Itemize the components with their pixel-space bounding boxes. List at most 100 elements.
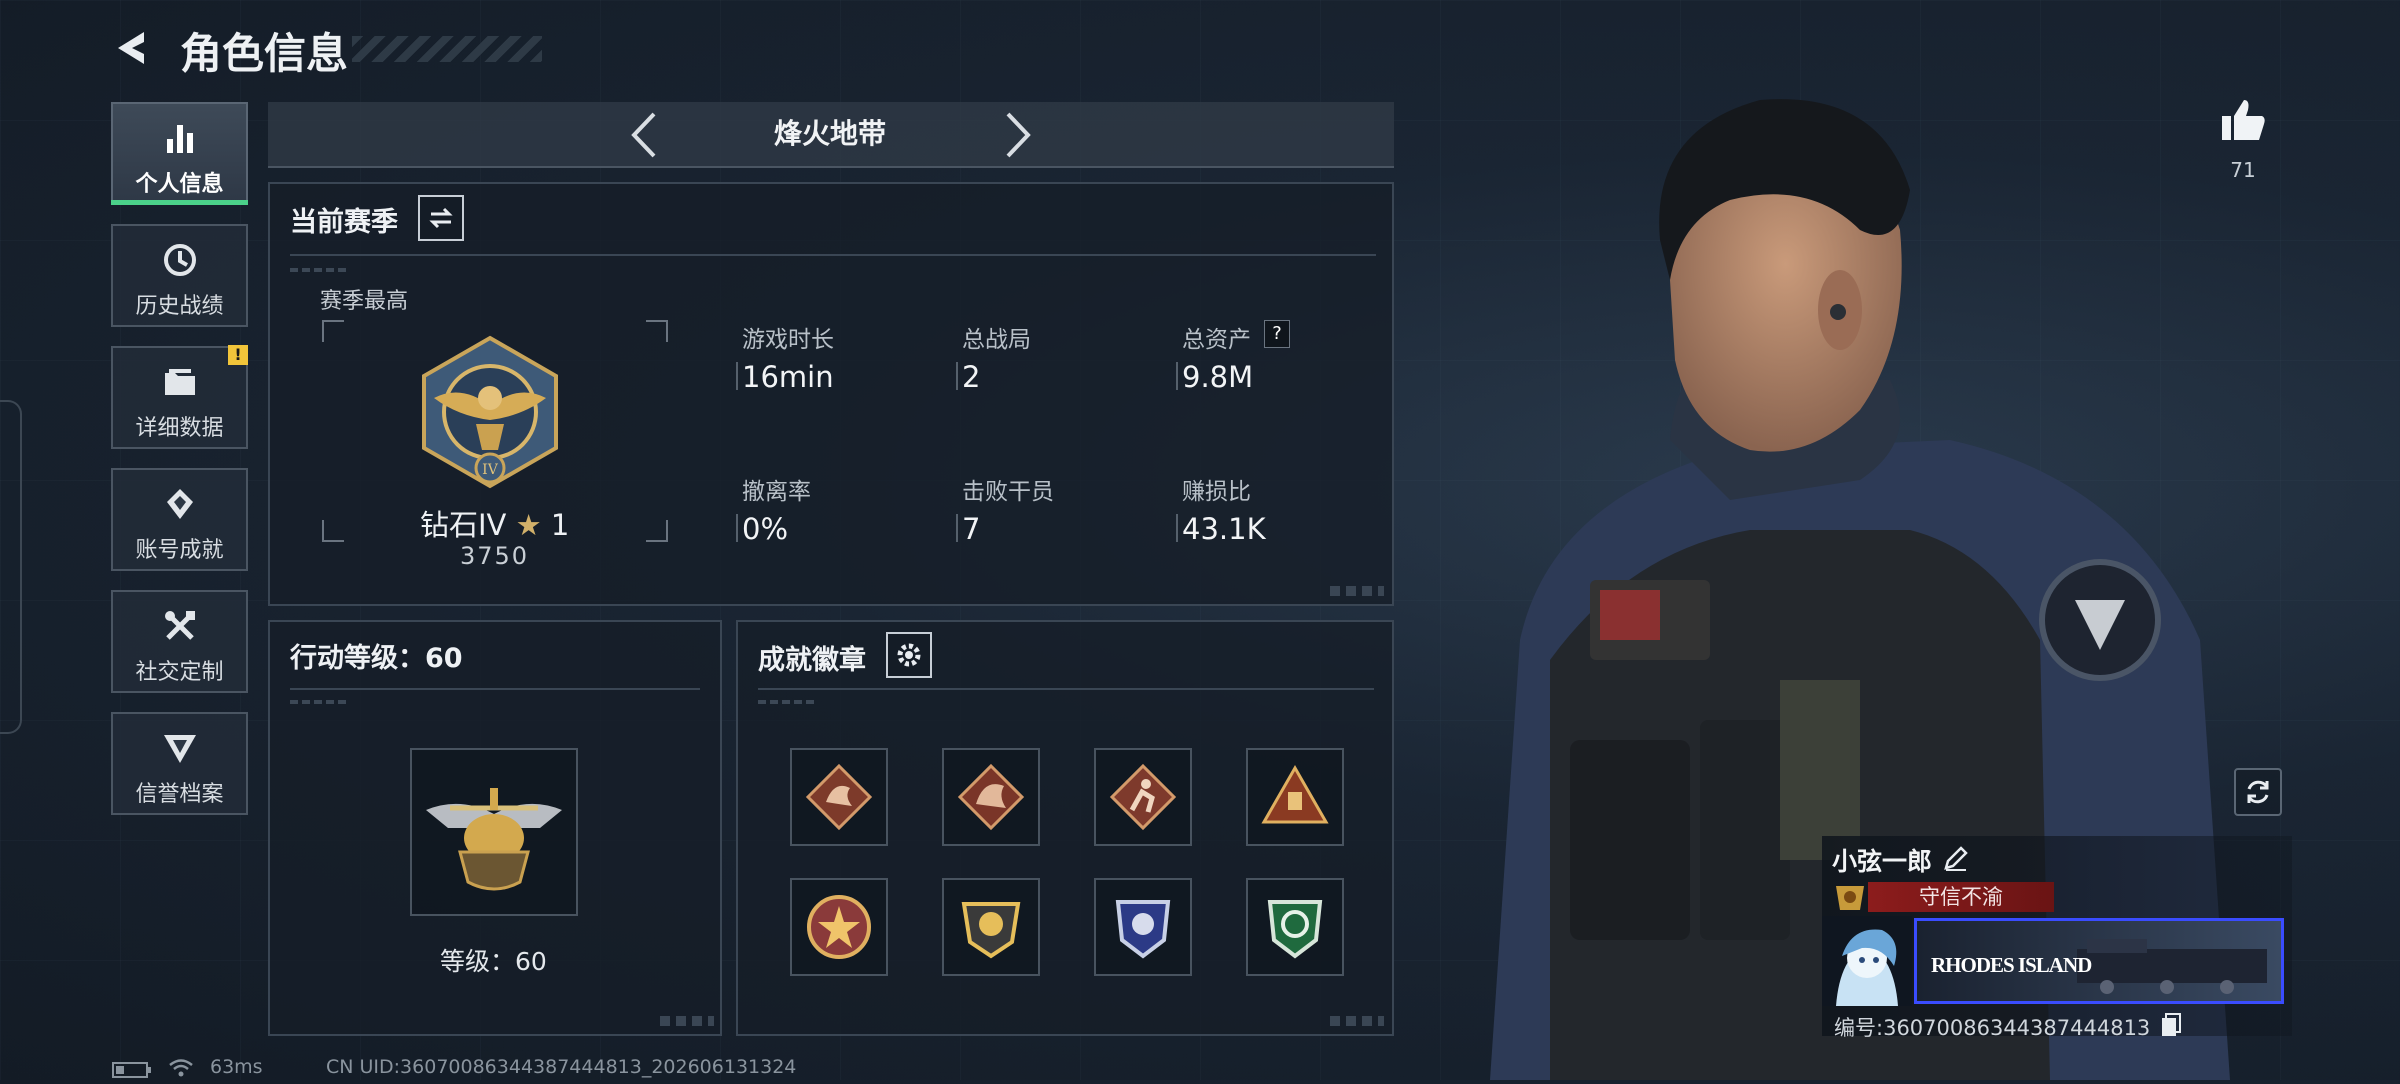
player-banner[interactable]: RHODES ISLAND	[1914, 918, 2284, 1004]
svg-text:IV: IV	[482, 462, 499, 478]
ping-text: 63ms	[210, 1056, 263, 1078]
rank-name-text: 钻石IV	[420, 508, 507, 542]
stat-bar	[1176, 514, 1178, 542]
stat-value: 0%	[742, 512, 789, 546]
nav-label: 个人信息	[135, 172, 224, 197]
mode-next-button[interactable]	[1000, 110, 1036, 160]
alert-badge: !	[228, 345, 248, 365]
runner-badge-icon[interactable]	[1094, 748, 1192, 846]
stat-value: 7	[962, 512, 981, 546]
triangle-badge-icon[interactable]	[1246, 748, 1344, 846]
refresh-icon	[2247, 780, 2269, 804]
panel-corner-decor	[660, 1016, 714, 1026]
stat-bar	[956, 514, 958, 542]
stat-value: 16min	[742, 360, 834, 394]
panel-corner-decor	[1330, 1016, 1384, 1026]
stat-value: 2	[962, 360, 981, 394]
edit-name-button[interactable]	[1942, 844, 1970, 872]
season-divider	[290, 254, 1376, 256]
decor	[758, 700, 818, 704]
level-caption: 等级：60	[440, 947, 547, 976]
star-icon: ★	[515, 508, 542, 542]
page-title: 角色信息	[180, 29, 349, 78]
decor	[290, 700, 350, 704]
player-name: 小弦一郎	[1832, 847, 1933, 876]
player-id: 编号:3607008634438744481​3	[1834, 1012, 2150, 1042]
clock-history-icon	[113, 240, 246, 280]
stat-label: 撤离率	[742, 479, 811, 505]
nav-label: 历史战绩	[135, 294, 224, 319]
stat-bar	[956, 362, 958, 390]
pencil-icon	[1944, 846, 1968, 871]
stat-bar	[736, 362, 738, 390]
stat-label: 总战局	[962, 327, 1031, 353]
nav-achievements[interactable]: 账号成就	[111, 468, 248, 571]
thumbs-up-icon	[2222, 100, 2265, 140]
bar-chart-icon	[113, 118, 246, 158]
wifi-icon	[168, 1058, 194, 1078]
badges-title: 成就徽章	[758, 645, 866, 676]
help-button[interactable]: ?	[1264, 320, 1290, 348]
nav-personal-info[interactable]: 个人信息	[111, 102, 248, 205]
helicopter-emblem-icon	[420, 758, 568, 906]
star-shield-badge-icon[interactable]	[790, 878, 888, 976]
battery-icon	[112, 1062, 152, 1078]
left-edge-handle[interactable]	[0, 400, 22, 734]
season-best-label: 赛季最高	[320, 289, 409, 314]
blue-crest-badge-icon[interactable]	[1094, 878, 1192, 976]
stat-label: 游戏时长	[742, 327, 834, 353]
stat-label: 击败干员	[962, 479, 1054, 505]
dragon-badge-red-icon[interactable]	[790, 748, 888, 846]
nav-label: 信誉档案	[135, 782, 224, 807]
mode-name: 烽火地带	[773, 117, 886, 150]
gear-icon	[897, 643, 921, 667]
nav-label: 账号成就	[135, 538, 224, 563]
reputation-icon	[113, 728, 246, 768]
stat-label: 赚损比	[1182, 479, 1251, 505]
mode-prev-button[interactable]	[626, 110, 662, 160]
rank-name: 钻石IV ★ 1	[420, 502, 569, 544]
nav-reputation[interactable]: 信誉档案	[111, 712, 248, 815]
rank-emblem-icon: IV	[410, 332, 570, 492]
title-tag-icon	[1832, 882, 1868, 914]
nav-history[interactable]: 历史战绩	[111, 224, 248, 327]
stat-bar	[1176, 362, 1178, 390]
like-button[interactable]	[2218, 96, 2268, 146]
gold-crest-badge-icon[interactable]	[942, 878, 1040, 976]
stat-bar	[736, 514, 738, 542]
green-crest-badge-icon[interactable]	[1246, 878, 1344, 976]
panel-corner-decor	[1330, 586, 1384, 596]
nav-social-custom[interactable]: 社交定制	[111, 590, 248, 693]
refresh-button[interactable]	[2234, 768, 2282, 816]
nav-label: 详细数据	[135, 416, 224, 441]
player-avatar[interactable]	[1822, 916, 1912, 1006]
dragon-badge-red-2-icon[interactable]	[942, 748, 1040, 846]
level-divider	[290, 688, 700, 690]
title-stripes	[352, 36, 542, 62]
back-arrow-icon	[118, 32, 144, 64]
badges-settings-button[interactable]	[886, 632, 932, 678]
stat-value: 9.8M	[1182, 360, 1254, 394]
stat-value: 43.1K	[1182, 512, 1266, 546]
season-switch-button[interactable]	[418, 195, 464, 241]
copy-id-button[interactable]	[2160, 1012, 2182, 1038]
rank-score: 3750	[460, 542, 530, 570]
achievement-icon	[113, 484, 246, 524]
swap-icon	[429, 207, 453, 229]
chevron-left-icon	[631, 112, 656, 158]
stat-label: 总资产	[1182, 327, 1251, 353]
folder-icon	[113, 362, 246, 402]
player-id-value: 3607008634438744481​3	[1883, 1016, 2151, 1040]
copy-icon	[2162, 1013, 2181, 1036]
title-tag: 守信不渝	[1868, 882, 2054, 912]
active-indicator	[111, 200, 248, 205]
player-id-label: 编号:	[1834, 1016, 1884, 1040]
level-title: 行动等级：60	[290, 643, 463, 674]
like-count: 71	[2230, 158, 2256, 182]
avatar-icon	[1822, 916, 1912, 1006]
tools-icon	[113, 606, 246, 646]
train-banner-icon	[2077, 939, 2267, 994]
banner-text: RHODES ISLAND	[1931, 953, 2092, 977]
back-button[interactable]	[110, 26, 154, 70]
chevron-right-icon	[1006, 112, 1031, 158]
